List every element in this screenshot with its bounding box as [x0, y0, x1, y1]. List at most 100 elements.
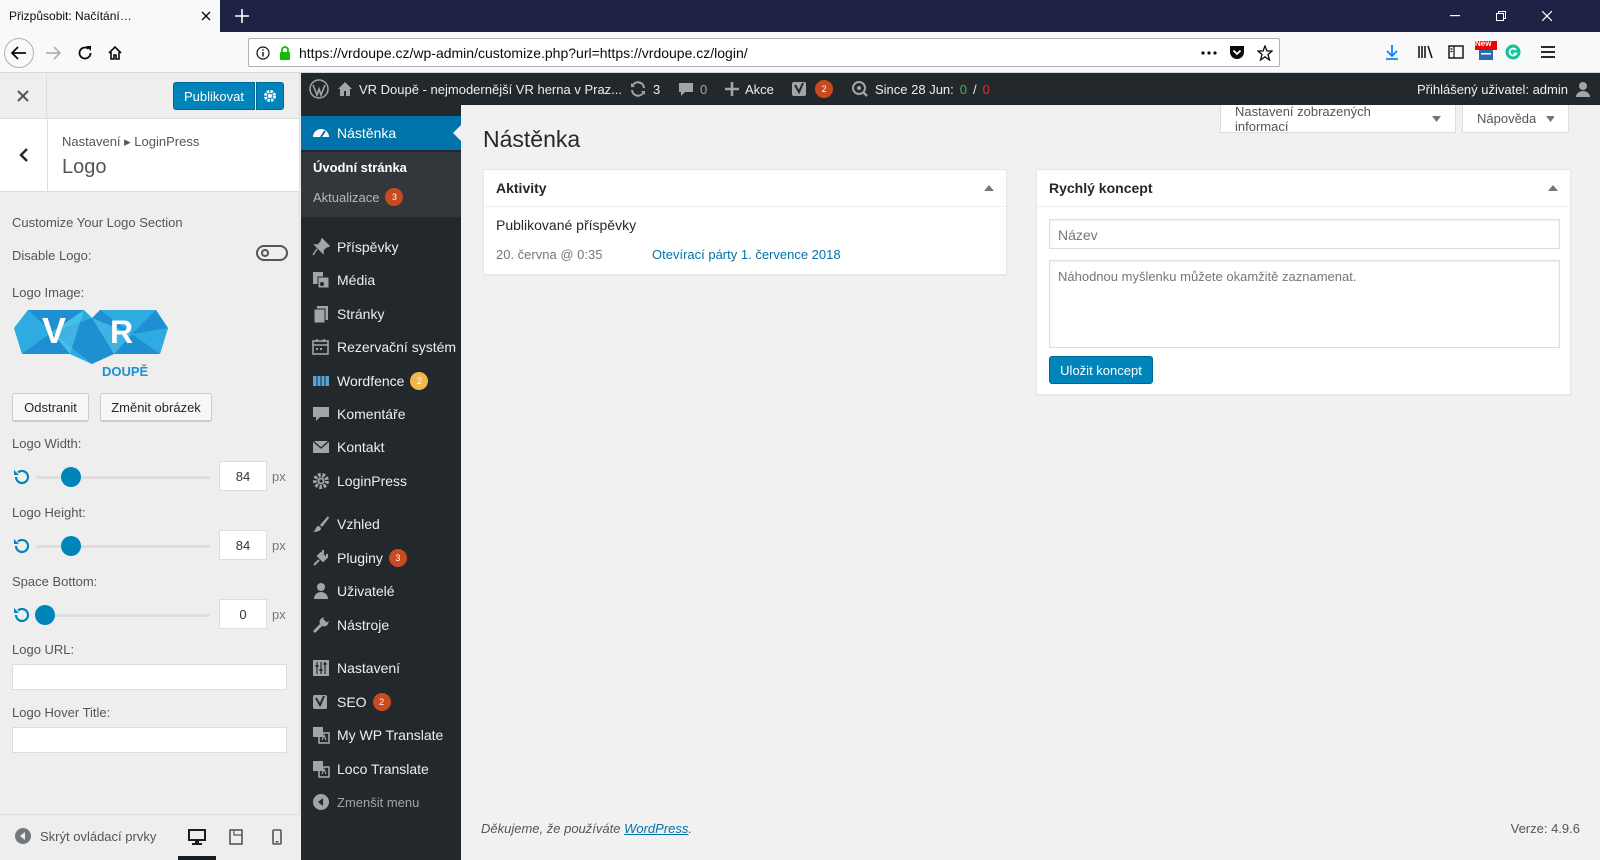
mobile-preview-icon[interactable] — [267, 827, 287, 847]
browser-tab[interactable]: Přizpůsobit: Načítání… — [0, 0, 220, 32]
slider-handle[interactable] — [34, 605, 55, 625]
menu-item-pages[interactable]: Stránky — [301, 297, 461, 331]
draft-content-textarea[interactable]: Náhodnou myšlenku můžete okamžitě zaznam… — [1049, 260, 1560, 348]
forward-arrow-icon[interactable] — [38, 38, 68, 68]
new-tab-icon[interactable] — [230, 4, 254, 28]
close-window-icon[interactable] — [1532, 4, 1562, 28]
logo-height-label: Logo Height: — [12, 505, 86, 520]
back-arrow-icon[interactable] — [4, 38, 34, 68]
url-bar[interactable]: https://vrdoupe.cz/wp-admin/customize.ph… — [248, 38, 1280, 67]
menu-item-my-wp-translate[interactable]: My WP Translate — [301, 718, 461, 752]
tab-close-icon[interactable] — [192, 0, 220, 32]
menu-item-dashboard[interactable]: Nástěnka — [301, 116, 461, 150]
menu-item-media[interactable]: Média — [301, 263, 461, 297]
logo-hover-title-input[interactable] — [12, 727, 287, 753]
menu-label: Komentáře — [337, 406, 406, 422]
tablet-preview-icon[interactable] — [226, 827, 246, 847]
publish-button[interactable]: Publikovat — [173, 82, 255, 110]
submenu-home[interactable]: Úvodní stránka — [313, 160, 407, 175]
menu-item-appearance[interactable]: Vzhled — [301, 507, 461, 541]
submenu-updates[interactable]: Aktualizace 3 — [313, 188, 404, 206]
logo-preview-image[interactable]: V R DOUPĚ — [12, 308, 170, 382]
updates-icon — [631, 81, 645, 97]
download-icon[interactable] — [1378, 38, 1406, 66]
change-image-button[interactable]: Změnit obrázek — [100, 393, 212, 421]
screen-options-button[interactable]: Nastavení zobrazených informací — [1220, 104, 1456, 134]
reset-width-icon[interactable] — [12, 468, 30, 486]
logo-width-input[interactable]: 84 — [219, 461, 267, 491]
settings-sliders-icon — [313, 660, 329, 676]
library-icon[interactable] — [1412, 38, 1440, 66]
pin-icon — [312, 238, 330, 256]
menu-item-tools[interactable]: Nástroje — [301, 608, 461, 642]
collapse-toggle-icon[interactable] — [984, 185, 994, 191]
menu-item-contact[interactable]: Kontakt — [301, 430, 461, 464]
grammarly-icon[interactable] — [1499, 38, 1527, 66]
wordpress-link[interactable]: WordPress — [624, 821, 688, 836]
save-draft-button[interactable]: Uložit koncept — [1049, 356, 1153, 384]
bookmark-star-icon[interactable] — [1251, 39, 1279, 67]
desktop-preview-icon[interactable] — [187, 827, 207, 847]
collapse-menu-button[interactable]: Zmenšit menu — [301, 785, 461, 819]
space-bottom-input[interactable]: 0 — [219, 599, 267, 629]
menu-item-wordfence[interactable]: Wordfence 2 — [301, 364, 461, 398]
logo-height-input[interactable]: 84 — [219, 530, 267, 560]
home-icon[interactable] — [100, 38, 130, 68]
yoast-seo-link[interactable]: 2 — [791, 73, 833, 105]
comments-link[interactable]: 0 — [678, 73, 707, 105]
reload-icon[interactable] — [70, 38, 100, 68]
info-icon[interactable] — [249, 39, 277, 67]
menu-item-loco-translate[interactable]: Loco Translate — [301, 752, 461, 786]
new-content-link[interactable]: Akce — [725, 73, 774, 105]
activity-subtitle: Publikované příspěvky — [496, 217, 637, 233]
draft-title-input[interactable]: Název — [1049, 219, 1560, 249]
reset-space-icon[interactable] — [12, 606, 30, 624]
logo-width-slider[interactable] — [36, 467, 210, 487]
page-actions-icon[interactable] — [1195, 39, 1223, 67]
minimize-icon[interactable] — [1440, 4, 1470, 28]
menu-item-plugins[interactable]: Pluginy 3 — [301, 541, 461, 575]
menu-item-settings[interactable]: Nastavení — [301, 651, 461, 685]
updates-link[interactable]: 3 — [629, 73, 660, 105]
footer-period: . — [688, 821, 693, 836]
slider-handle[interactable] — [60, 467, 81, 487]
hide-controls-label: Skrýt ovládací prvky — [40, 828, 157, 844]
collapse-toggle-icon[interactable] — [1548, 185, 1558, 191]
sidebar-toggle-icon[interactable] — [1442, 38, 1470, 66]
widget-header[interactable]: Aktivity — [484, 170, 1006, 207]
extension-new-icon[interactable]: New — [1472, 38, 1500, 66]
menu-item-loginpress[interactable]: LoginPress — [301, 464, 461, 498]
unit-label: px — [272, 607, 286, 622]
remove-image-button[interactable]: Odstranit — [12, 393, 89, 421]
hide-controls-button[interactable]: Skrýt ovládací prvky — [14, 827, 156, 845]
activity-post-link[interactable]: Otevírací párty 1. července 2018 — [652, 247, 841, 262]
restore-icon[interactable] — [1486, 4, 1516, 28]
menu-item-posts[interactable]: Příspěvky — [301, 230, 461, 264]
menu-item-comments[interactable]: Komentáře — [301, 397, 461, 431]
since-stats-link[interactable]: Since 28 Jun: 0 / 0 — [851, 73, 990, 105]
site-name-link[interactable]: VR Doupě - nejmodernější VR herna v Praz… — [337, 73, 622, 105]
pocket-icon[interactable] — [1223, 39, 1251, 67]
menu-item-booking[interactable]: Rezervační systém — [301, 330, 461, 364]
disable-logo-toggle[interactable] — [256, 245, 288, 261]
close-customizer-icon[interactable] — [0, 73, 47, 118]
slider-handle[interactable] — [60, 536, 81, 556]
logo-letter-v: V — [42, 310, 67, 351]
yoast-icon — [792, 82, 806, 96]
hamburger-menu-icon[interactable] — [1534, 38, 1562, 66]
space-bottom-slider[interactable] — [34, 605, 210, 625]
user-label: Přihlášený uživatel: admin — [1416, 81, 1568, 97]
publish-settings-gear-icon[interactable] — [256, 82, 284, 110]
logo-height-slider[interactable] — [36, 536, 210, 556]
back-chevron-icon[interactable] — [0, 119, 48, 191]
logo-url-input[interactable] — [12, 664, 287, 690]
reset-height-icon[interactable] — [12, 537, 30, 555]
menu-item-users[interactable]: Uživatelé — [301, 574, 461, 608]
my-account-link[interactable]: Přihlášený uživatel: admin — [1417, 73, 1592, 105]
help-button[interactable]: Nápověda — [1462, 105, 1569, 133]
wp-logo-icon[interactable] — [309, 73, 329, 105]
menu-item-seo[interactable]: SEO 2 — [301, 685, 461, 719]
widget-header[interactable]: Rychlý koncept — [1037, 170, 1570, 207]
menu-label: Zmenšit menu — [337, 794, 420, 810]
logo-width-label: Logo Width: — [12, 436, 82, 451]
